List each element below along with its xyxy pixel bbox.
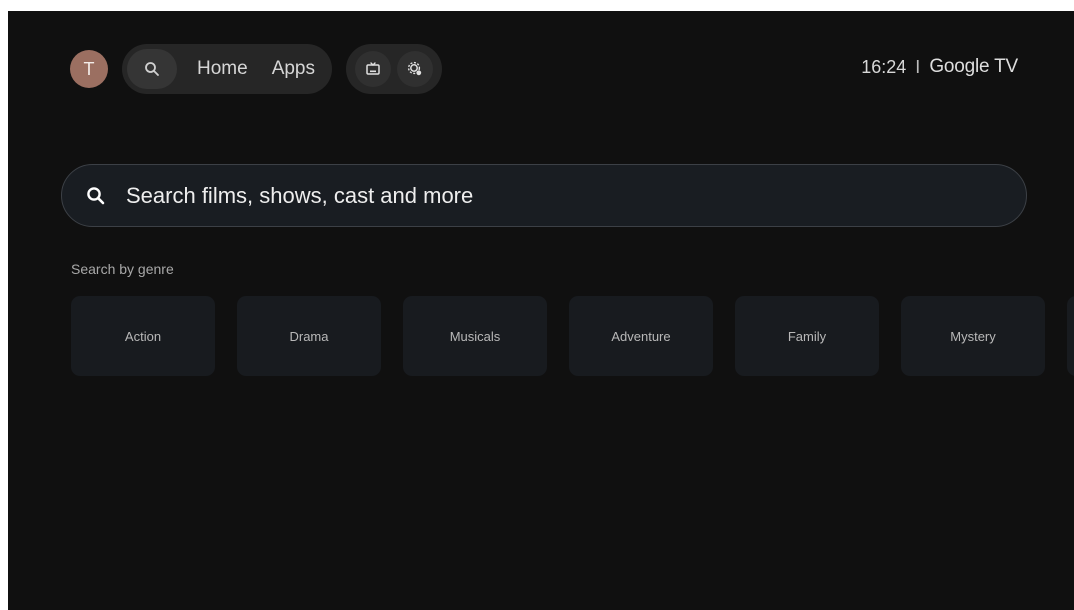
inputs-button[interactable] [355,51,391,87]
nav-search-button[interactable] [127,49,177,89]
genre-tile-musicals[interactable]: Musicals [403,296,547,376]
genre-section-title: Search by genre [71,261,174,277]
genre-tile-family[interactable]: Family [735,296,879,376]
inputs-icon [366,62,380,75]
genre-tile-drama[interactable]: Drama [237,296,381,376]
settings-icon [407,61,422,76]
search-field-icon-wrap [86,186,106,206]
genre-tile-adventure[interactable]: Adventure [569,296,713,376]
nav-pill: Home Apps [122,44,332,94]
profile-avatar[interactable]: T [70,50,108,88]
genre-label: Drama [289,328,329,344]
genre-label: Family [787,328,827,344]
status-separator: I [915,56,921,77]
nav-home[interactable]: Home [185,44,260,94]
search-placeholder: Search films, shows, cast and more [126,182,474,208]
quick-actions-pill [346,44,442,94]
search-input[interactable]: Search films, shows, cast and more [61,164,1027,227]
status-area: 16:24 I Google TV [861,56,1018,78]
settings-button[interactable] [397,51,433,87]
search-icon [145,62,159,76]
genre-label: Musicals [449,328,501,344]
genre-label: Mystery [950,328,996,344]
genre-tile-action[interactable]: Action [71,296,215,376]
genre-label: Action [124,328,162,344]
genre-label: Adventure [611,328,671,344]
genre-row: Action Drama Musicals Adventure Family M… [71,296,1074,376]
nav-apps[interactable]: Apps [260,44,327,94]
brand-logo: Google TV [929,56,1018,77]
top-bar: T Home Apps [70,44,442,94]
search-icon [87,186,105,204]
profile-initial: T [83,58,95,79]
tv-screen: T Home Apps 16:24 I Google TV Search fil… [8,11,1074,610]
genre-tile-mystery[interactable]: Mystery [901,296,1045,376]
clock: 16:24 [861,56,907,77]
genre-tile-next[interactable] [1067,296,1074,376]
